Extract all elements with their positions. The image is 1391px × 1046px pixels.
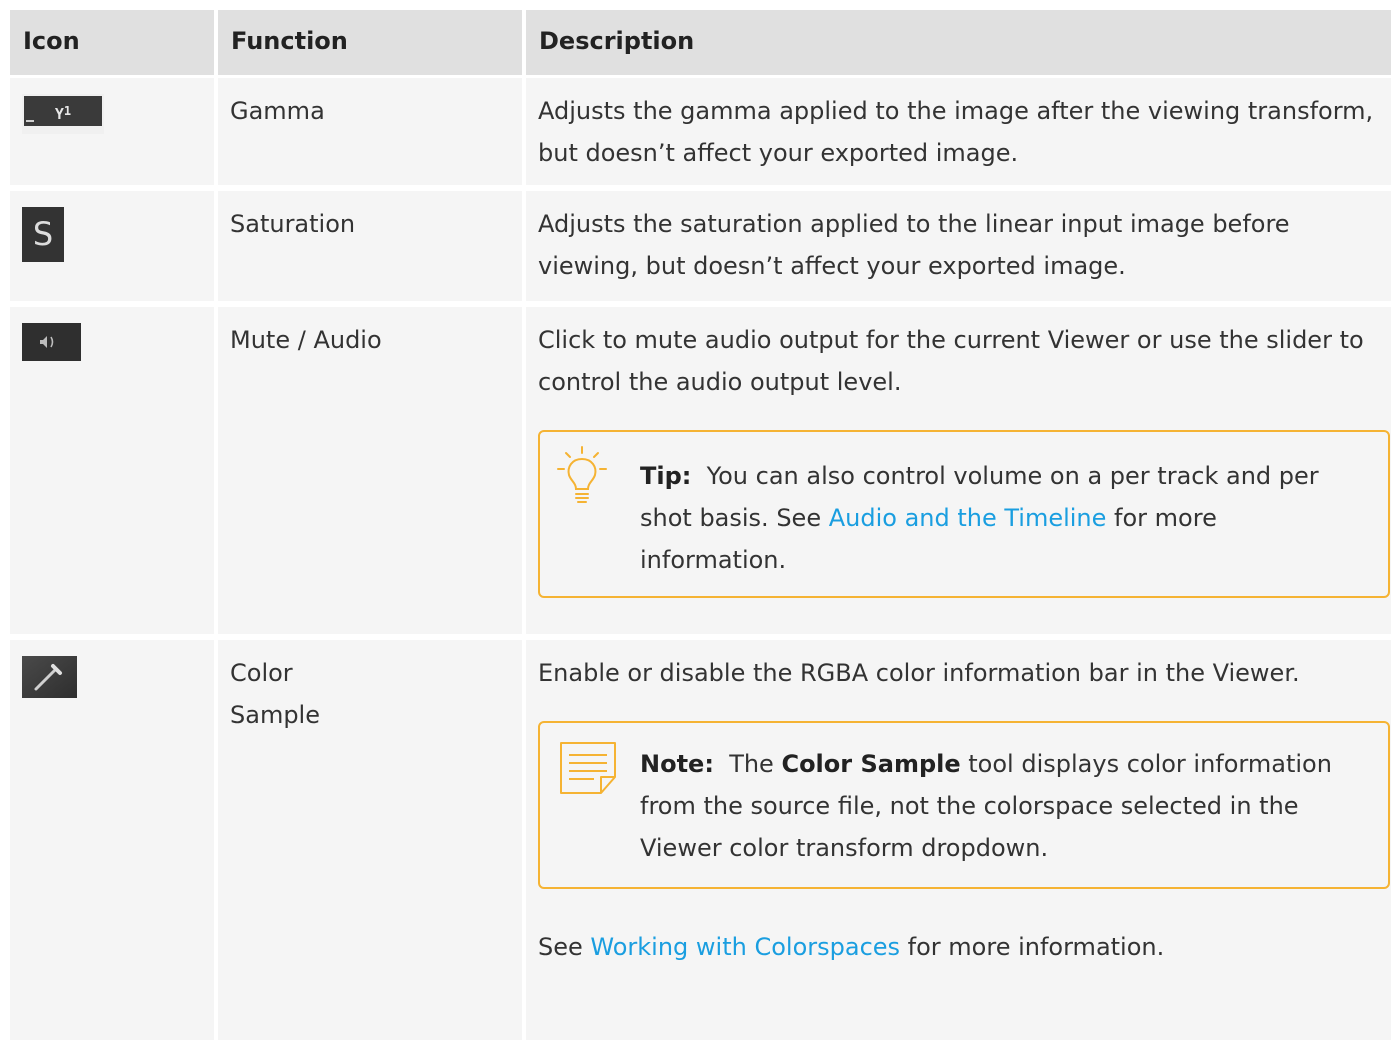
note-icon [554, 737, 620, 812]
note-text: The [729, 750, 782, 778]
colorspaces-link[interactable]: Working with Colorspaces [590, 933, 900, 961]
function-description: Enable or disable the RGBA color informa… [538, 659, 1300, 687]
table-row: Mute / Audio Click to mute audio output … [10, 307, 1391, 640]
table-row: Color Sample Enable or disable the RGBA … [10, 640, 1391, 1046]
table-header-row: Icon Function Description [10, 10, 1391, 78]
speaker-icon [40, 336, 54, 348]
see-also: See Working with Colorspaces for more in… [538, 933, 1165, 961]
function-table: Icon Function Description Y1 Gamma Adjus… [10, 10, 1391, 1046]
audio-icon [22, 323, 81, 361]
gamma-icon: Y1 [22, 94, 104, 134]
function-name: Saturation [218, 191, 526, 301]
function-name: Color Sample [218, 640, 526, 1040]
header-function: Function [218, 10, 526, 75]
header-icon: Icon [10, 10, 218, 75]
function-description: Adjusts the gamma applied to the image a… [526, 78, 1391, 185]
table-row: S Saturation Adjusts the saturation appl… [10, 191, 1391, 307]
header-description: Description [526, 10, 1391, 75]
function-description: Adjusts the saturation applied to the li… [526, 191, 1391, 301]
color-picker-icon [22, 656, 77, 698]
saturation-icon: S [22, 207, 64, 262]
audio-timeline-link[interactable]: Audio and the Timeline [829, 504, 1107, 532]
note-callout: Note: The Color Sample tool displays col… [538, 721, 1390, 889]
tip-label: Tip: [640, 462, 692, 490]
function-description: Click to mute audio output for the curre… [538, 326, 1364, 396]
note-label: Note: [640, 750, 714, 778]
table-row: Y1 Gamma Adjusts the gamma applied to th… [10, 78, 1391, 191]
function-name: Gamma [218, 78, 526, 185]
tip-callout: Tip: You can also control volume on a pe… [538, 430, 1390, 598]
function-name: Mute / Audio [218, 307, 526, 634]
lightbulb-icon [554, 444, 620, 537]
note-bold: Color Sample [781, 750, 961, 778]
